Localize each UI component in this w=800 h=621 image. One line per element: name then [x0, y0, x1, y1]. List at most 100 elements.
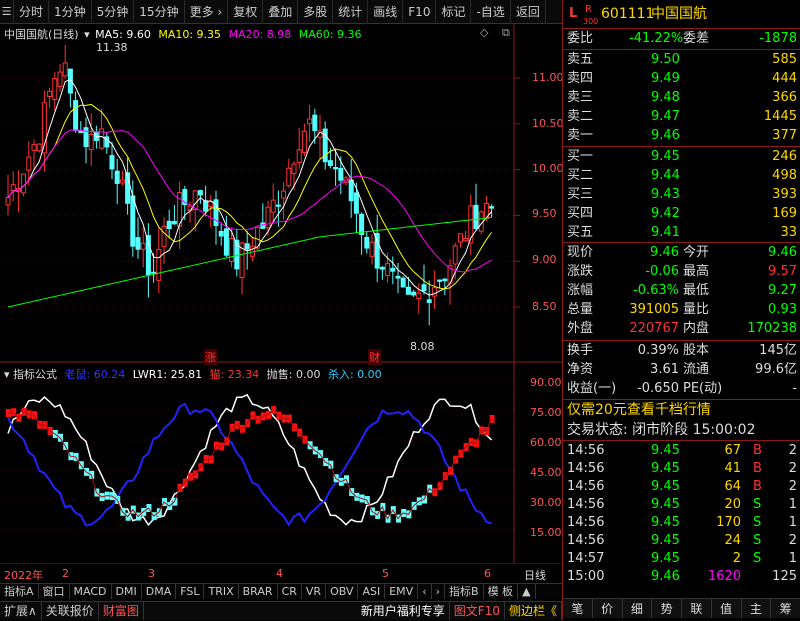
order-row[interactable]: 14:56 9.45 170 S 1	[563, 513, 800, 533]
order-row[interactable]: 14:57 9.45 2 S 1	[563, 549, 800, 569]
promo-row[interactable]: 仅需20元查看千档行情	[563, 400, 800, 420]
more-button[interactable]: 更多 ›	[185, 0, 229, 24]
extend-tab[interactable]: 扩展∧	[0, 602, 42, 620]
order-row[interactable]: 买四 9.42 169	[563, 204, 800, 224]
brar-tab[interactable]: BRAR	[239, 584, 278, 599]
panel-tab[interactable]: 筹	[771, 599, 800, 618]
copy-icon[interactable]: ⧉	[502, 26, 510, 39]
order-row[interactable]: 外盘 220767 内盘 170238	[563, 319, 800, 339]
order-row[interactable]: 净资 3.61 流通 99.6亿	[563, 360, 800, 380]
menu-icon[interactable]: ☰	[0, 0, 14, 24]
panel-tab[interactable]: 细	[623, 599, 653, 618]
panel-tab[interactable]: 主	[742, 599, 772, 618]
order-row[interactable]: 卖五 9.50 585	[563, 50, 800, 70]
finance-marker[interactable]: 财	[368, 349, 381, 365]
rise-marker[interactable]: 涨	[204, 349, 217, 365]
fsl-tab[interactable]: FSL	[176, 584, 205, 599]
order-row[interactable]: 总量 391005 量比 0.93	[563, 300, 800, 320]
order-row[interactable]: 买二 9.44 498	[563, 166, 800, 186]
wealth-chart-tab[interactable]: 财富图	[99, 602, 144, 620]
tab-15min[interactable]: 15分钟	[134, 0, 185, 24]
back-button[interactable]: 返回	[511, 0, 546, 24]
panel-tab[interactable]: 笔	[563, 599, 593, 618]
asi-tab[interactable]: ASI	[358, 584, 386, 599]
tab-5min[interactable]: 5分钟	[92, 0, 135, 24]
candle-body	[73, 100, 79, 131]
order-row[interactable]: 14:56 9.45 24 S 2	[563, 531, 800, 551]
panel-tab[interactable]: 联	[682, 599, 712, 618]
kline-chart[interactable]	[0, 24, 562, 564]
candle-body	[457, 233, 463, 243]
f10-graphic-tab[interactable]: 图文F10	[450, 602, 505, 620]
candle-body	[119, 179, 125, 184]
order-row[interactable]: 卖一 9.46 377	[563, 126, 800, 146]
order-level-label: 买二	[567, 168, 594, 183]
dmi-tab[interactable]: DMI	[112, 584, 142, 599]
period-label[interactable]: 日线	[524, 567, 546, 583]
stats-button[interactable]: 统计	[333, 0, 369, 24]
multi-stock-button[interactable]: 多股	[298, 0, 334, 24]
order-row[interactable]: 买一 9.45 246	[563, 147, 800, 167]
draw-line-button[interactable]: 画线	[368, 0, 404, 24]
tick-price: 9.45	[651, 515, 680, 530]
diamond-icon[interactable]: ◇	[480, 26, 488, 39]
order-row[interactable]: 卖二 9.47 1445	[563, 107, 800, 127]
order-row[interactable]: 换手 0.39% 股本 145亿	[563, 341, 800, 361]
vr-tab[interactable]: VR	[302, 584, 327, 599]
candle-body	[140, 242, 146, 250]
remove-watchlist-button[interactable]: -自选	[471, 0, 511, 24]
panel-tab[interactable]: 势	[652, 599, 682, 618]
template-tab[interactable]: 模 板	[484, 584, 519, 599]
order-row[interactable]: 买五 9.41 33	[563, 223, 800, 243]
adjust-button[interactable]: 复权	[228, 0, 264, 24]
order-row[interactable]: 15:00 9.46 1620 125	[563, 567, 800, 587]
panel-tab[interactable]: 值	[712, 599, 742, 618]
scroll-right-icon[interactable]: ›	[432, 584, 446, 599]
quote-label: 净资	[567, 362, 594, 377]
scroll-left-icon[interactable]: ‹	[418, 584, 432, 599]
tab-1min[interactable]: 1分钟	[49, 0, 92, 24]
order-row[interactable]: 涨幅 -0.63% 最低 9.27	[563, 281, 800, 301]
macd-tab[interactable]: MACD	[70, 584, 112, 599]
promo-text[interactable]: 仅需20元查看千档行情	[567, 400, 711, 420]
dma-tab[interactable]: DMA	[142, 584, 177, 599]
new-user-promo-link[interactable]: 新用户福利专享	[357, 602, 450, 620]
order-row[interactable]: 14:56 9.45 64 B 2	[563, 477, 800, 497]
related-quote-tab[interactable]: 关联报价	[42, 602, 99, 620]
obv-tab[interactable]: OBV	[326, 584, 359, 599]
chart-area[interactable]: 中国国航(日线) ▾ MA5: 9.60 MA10: 9.35 MA20: 8.…	[0, 24, 564, 582]
panel-tab[interactable]: 价	[593, 599, 623, 618]
mark-button[interactable]: 标记	[436, 0, 472, 24]
indicator-collapse-icon[interactable]: ▾	[4, 368, 10, 381]
order-row[interactable]: 卖三 9.48 366	[563, 88, 800, 108]
tick-volume: 170	[716, 515, 741, 530]
tick-time: 15:00	[567, 569, 605, 584]
quote-value: 9.27	[768, 283, 797, 298]
order-row[interactable]: 14:56 9.45 41 B 2	[563, 459, 800, 479]
overlay-button[interactable]: 叠加	[263, 0, 299, 24]
order-row[interactable]: 14:56 9.45 67 B 2	[563, 441, 800, 461]
cr-tab[interactable]: CR	[278, 584, 302, 599]
f10-button[interactable]: F10	[403, 0, 437, 24]
collapse-icon[interactable]: ▾	[84, 28, 90, 41]
quote-value: -0.06	[645, 264, 679, 279]
order-price: 9.50	[651, 52, 680, 67]
order-row[interactable]: 买三 9.43 393	[563, 185, 800, 205]
window-tab[interactable]: 窗口	[39, 584, 70, 599]
expand-up-icon[interactable]: ▲	[518, 584, 536, 599]
indicator-a-tab[interactable]: 指标A	[0, 584, 39, 599]
panel-switch-strip: 笔 价 细 势 联 值 主 筹	[563, 598, 800, 618]
order-row[interactable]: 现价 9.46 今开 9.46	[563, 243, 800, 263]
order-row[interactable]: 卖四 9.49 444	[563, 69, 800, 89]
emv-tab[interactable]: EMV	[385, 584, 419, 599]
indicator-s2: LWR1: 25.81	[132, 368, 203, 381]
order-row[interactable]: 收益(一) -0.650 PE(动) -	[563, 379, 800, 399]
sidebar-toggle[interactable]: 侧边栏《	[505, 602, 562, 620]
order-row[interactable]: 涨跌 -0.06 最高 9.57	[563, 262, 800, 282]
order-volume: 169	[772, 206, 797, 221]
tab-intraday[interactable]: 分时	[14, 0, 50, 24]
order-row[interactable]: 14:56 9.45 20 S 1	[563, 495, 800, 515]
trix-tab[interactable]: TRIX	[204, 584, 239, 599]
indicator-b-tab[interactable]: 指标B	[445, 584, 484, 599]
price-tick: 8.50	[532, 300, 557, 313]
